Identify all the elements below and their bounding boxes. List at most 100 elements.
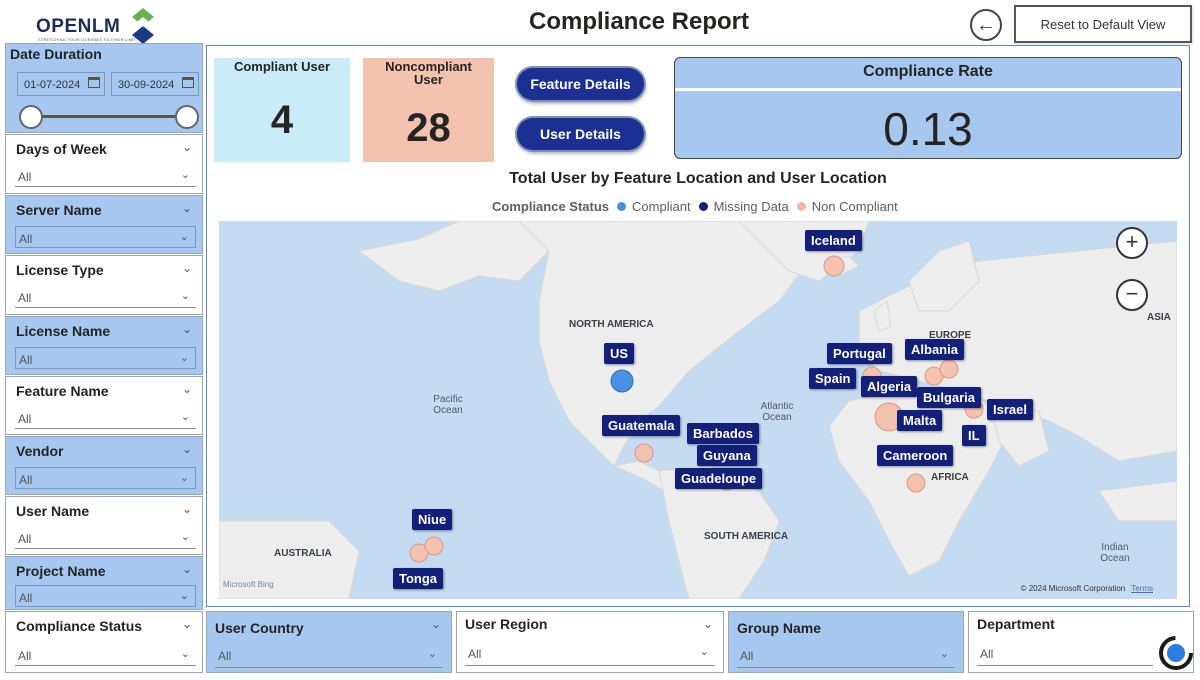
bubble-niue[interactable] [424,536,444,556]
location-label[interactable]: US [604,343,635,364]
location-label[interactable]: Portugal [827,343,892,364]
arrow-left-icon: ← [976,13,996,36]
location-label[interactable]: Guadeloupe [675,468,763,489]
license-name-slicer[interactable]: License Name ⌄ All ⌄ [5,316,203,375]
chevron-down-icon[interactable]: ⌄ [703,617,713,631]
license-type-slicer[interactable]: License Type ⌄ All ⌄ [5,255,203,315]
feature-name-slicer[interactable]: Feature Name ⌄ All ⌄ [5,376,203,435]
location-label[interactable]: Spain [809,368,857,389]
slicer-value: All [218,649,232,663]
chevron-down-icon[interactable]: ⌄ [182,322,192,336]
slicer-value: All [19,473,33,487]
slicer-dropdown[interactable]: All ⌄ [15,286,196,308]
chevron-down-icon[interactable]: ⌄ [182,562,192,576]
legend-item[interactable]: Non Compliant [812,199,898,214]
vendor-slicer[interactable]: Vendor ⌄ All ⌄ [5,436,203,495]
chevron-down-icon[interactable]: ⌄ [182,502,192,516]
terms-link[interactable]: Terms [1131,584,1153,593]
slicer-title: Department [977,616,1055,632]
slicer-dropdown[interactable]: All ⌄ [465,642,715,666]
project-name-slicer[interactable]: Project Name ⌄ All ⌄ [5,556,203,610]
chevron-down-icon: ⌄ [179,231,189,243]
start-date-input[interactable]: 01-07-2024 [17,72,105,96]
legend-item[interactable]: Compliant [632,199,691,214]
location-label[interactable]: Barbados [687,423,759,444]
back-button[interactable]: ← [970,9,1002,41]
map-copyright: © 2024 Microsoft Corporation Terms [1021,584,1153,593]
location-label[interactable]: Israel [987,399,1033,420]
location-label[interactable]: Guyana [697,445,757,466]
slicer-dropdown[interactable]: All ⌄ [15,407,196,429]
slicer-value: All [18,532,32,546]
slicer-dropdown[interactable]: All ⌄ [737,644,955,668]
date-range-start-handle[interactable] [19,105,43,129]
days-of-week-slicer[interactable]: Days of Week ⌄ All ⌄ [5,134,203,194]
chevron-down-icon[interactable]: ⌄ [182,442,192,456]
slicer-value: All [19,232,33,246]
bubble-cameroon[interactable] [906,473,926,493]
zoom-in-button[interactable]: + [1116,227,1148,259]
bing-attribution: Microsoft Bing [223,580,274,589]
location-label[interactable]: Bulgaria [917,387,982,408]
server-name-slicer[interactable]: Server Name ⌄ All ⌄ [5,195,203,254]
compliance-status-slicer[interactable]: Compliance Status ⌄ All ⌄ [5,611,203,673]
bubble-us[interactable] [610,369,634,393]
legend-item[interactable]: Missing Data [714,199,789,214]
chevron-down-icon: ⌄ [699,646,709,658]
calendar-icon[interactable] [88,77,100,88]
location-label[interactable]: Malta [897,410,943,431]
start-date-value: 01-07-2024 [24,79,81,91]
user-region-slicer[interactable]: User Region ⌄ All ⌄ [456,611,724,673]
compliance-rate-value: 0.13 [883,103,973,155]
user-name-slicer[interactable]: User Name ⌄ All ⌄ [5,496,203,555]
slicer-dropdown[interactable]: All ⌄ [15,165,196,187]
location-label[interactable]: Tonga [393,568,444,589]
location-label[interactable]: Niue [412,509,453,530]
chevron-down-icon: ⌄ [939,648,949,660]
bubble-guatemala[interactable] [634,443,654,463]
slicer-dropdown[interactable]: All [977,642,1153,666]
legend-dot-missing [698,202,708,211]
feature-details-button[interactable]: Feature Details [517,68,644,100]
slicer-dropdown[interactable]: All ⌄ [215,644,443,668]
zoom-out-button[interactable]: − [1116,279,1148,311]
region-label: AFRICA [931,472,969,483]
chevron-down-icon: ⌄ [427,648,437,660]
reset-default-view-button[interactable]: Reset to Default View [1014,5,1192,43]
chevron-down-icon[interactable]: ⌄ [182,140,192,154]
slicer-dropdown[interactable]: All ⌄ [15,226,196,248]
user-country-slicer[interactable]: User Country ⌄ All ⌄ [206,611,452,673]
slicer-dropdown[interactable]: All ⌄ [15,467,196,489]
slicer-title: Compliance Status [16,618,143,634]
chevron-down-icon[interactable]: ⌄ [182,382,192,396]
slicer-title: License Name [16,323,111,339]
chevron-down-icon: ⌄ [179,590,189,602]
chevron-down-icon[interactable]: ⌄ [182,617,192,631]
slicer-value: All [980,647,994,661]
chevron-down-icon[interactable]: ⌄ [182,261,192,275]
location-label[interactable]: Albania [905,339,964,360]
location-label[interactable]: Cameroon [877,445,954,466]
chevron-down-icon[interactable]: ⌄ [431,617,441,631]
slicer-dropdown[interactable]: All ⌄ [15,347,196,369]
date-range-end-handle[interactable] [175,105,199,129]
end-date-input[interactable]: 30-09-2024 [111,72,199,96]
kpi-value: 28 [406,106,451,150]
slicer-dropdown[interactable]: All ⌄ [15,585,196,607]
location-label[interactable]: Algeria [861,376,918,397]
calendar-icon[interactable] [182,77,194,88]
kpi-label: Compliant User [233,59,331,74]
slicer-value: All [740,649,754,663]
location-label[interactable]: IL [962,425,986,446]
bubble-bulgaria[interactable] [939,359,959,379]
location-label[interactable]: Guatemala [602,415,681,436]
world-map[interactable]: NORTH AMERICA SOUTH AMERICA EUROPE ASIA … [219,221,1177,599]
user-details-button[interactable]: User Details [517,118,644,150]
location-label[interactable]: Iceland [805,230,862,251]
chevron-down-icon[interactable]: ⌄ [182,201,192,215]
date-range-slider-track [30,115,188,118]
slicer-dropdown[interactable]: All ⌄ [15,527,196,549]
slicer-dropdown[interactable]: All ⌄ [15,644,196,666]
bubble-iceland[interactable] [823,255,845,277]
group-name-slicer[interactable]: Group Name All ⌄ [728,611,964,673]
